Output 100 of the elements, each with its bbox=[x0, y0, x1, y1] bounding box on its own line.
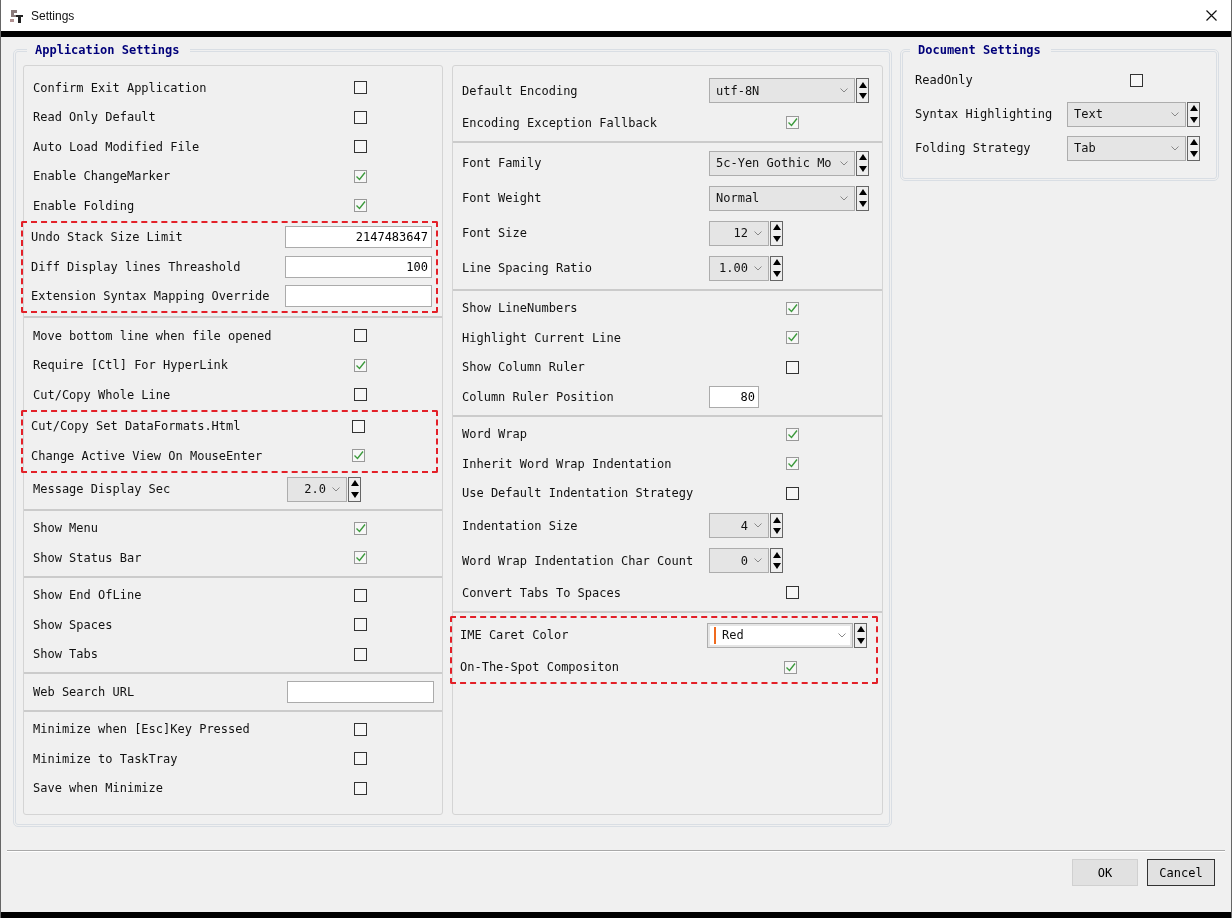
setting-label: ReadOnly bbox=[915, 73, 974, 87]
spinner[interactable] bbox=[348, 476, 361, 502]
text-field[interactable] bbox=[285, 285, 432, 308]
setting-label: Cut/Copy Set DataFormats.Html bbox=[31, 419, 242, 434]
checkbox[interactable] bbox=[786, 360, 799, 374]
setting-label: Undo Stack Size Limit bbox=[31, 230, 184, 245]
up-arrow-icon[interactable] bbox=[1188, 138, 1199, 147]
dropdown[interactable]: 4 bbox=[709, 513, 769, 538]
dropdown[interactable]: Tab bbox=[1067, 135, 1186, 161]
checkbox[interactable] bbox=[354, 110, 367, 124]
checkbox[interactable] bbox=[354, 169, 367, 183]
checkbox[interactable] bbox=[354, 647, 367, 661]
checkbox[interactable] bbox=[354, 618, 367, 632]
checkbox[interactable] bbox=[354, 329, 367, 343]
dialog-button[interactable]: OK bbox=[1072, 859, 1138, 886]
setting-label: Convert Tabs To Spaces bbox=[462, 585, 622, 600]
checkbox[interactable] bbox=[354, 521, 367, 535]
down-arrow-icon[interactable] bbox=[771, 269, 782, 278]
setting-label: Enable Folding bbox=[33, 198, 136, 213]
setting-label: Confirm Exit Application bbox=[33, 80, 208, 95]
checkbox[interactable] bbox=[354, 551, 367, 565]
up-arrow-icon[interactable] bbox=[857, 153, 868, 162]
chevron-down-icon bbox=[1171, 145, 1179, 151]
checkbox[interactable] bbox=[354, 140, 367, 154]
checkbox[interactable] bbox=[354, 781, 367, 795]
spinner[interactable] bbox=[856, 185, 869, 211]
down-arrow-icon[interactable] bbox=[857, 164, 868, 173]
up-arrow-icon[interactable] bbox=[771, 223, 782, 232]
spinner[interactable] bbox=[856, 150, 869, 176]
spinner[interactable] bbox=[854, 622, 867, 648]
checkbox[interactable] bbox=[786, 586, 799, 600]
text-field[interactable]: 80 bbox=[709, 385, 759, 408]
checkbox[interactable] bbox=[786, 116, 799, 130]
down-arrow-icon[interactable] bbox=[855, 636, 866, 645]
setting-label: Use Default Indentation Strategy bbox=[462, 486, 695, 501]
dropdown[interactable]: Text bbox=[1067, 101, 1186, 127]
dropdown[interactable]: Red bbox=[707, 622, 853, 648]
down-arrow-icon[interactable] bbox=[857, 199, 868, 208]
up-arrow-icon[interactable] bbox=[771, 515, 782, 524]
setting-label: Enable ChangeMarker bbox=[33, 169, 172, 184]
setting-label: Highlight Current Line bbox=[462, 330, 622, 345]
spinner[interactable] bbox=[770, 548, 783, 573]
checkbox[interactable] bbox=[352, 449, 365, 463]
spinner[interactable] bbox=[1187, 135, 1200, 161]
window-title: Settings bbox=[31, 8, 76, 23]
setting-label: Font Weight bbox=[462, 191, 543, 205]
down-arrow-icon[interactable] bbox=[771, 562, 782, 571]
up-arrow-icon[interactable] bbox=[857, 188, 868, 197]
down-arrow-icon[interactable] bbox=[1188, 149, 1199, 158]
checkbox[interactable] bbox=[354, 358, 367, 372]
checkbox[interactable] bbox=[786, 301, 799, 315]
down-arrow-icon[interactable] bbox=[857, 92, 868, 101]
up-arrow-icon[interactable] bbox=[855, 625, 866, 634]
setting-label: Show Column Ruler bbox=[462, 360, 586, 375]
spinner[interactable] bbox=[1187, 101, 1200, 127]
dropdown[interactable]: 12 bbox=[709, 220, 769, 246]
dropdown[interactable]: 5c-Yen Gothic Mo bbox=[709, 150, 855, 176]
chevron-down-icon bbox=[1171, 111, 1179, 117]
up-arrow-icon[interactable] bbox=[349, 479, 360, 488]
checkbox[interactable] bbox=[354, 588, 367, 602]
checkbox[interactable] bbox=[354, 752, 367, 766]
checkbox[interactable] bbox=[786, 427, 799, 441]
spinner[interactable] bbox=[770, 220, 783, 246]
setting-label: Show End OfLine bbox=[33, 588, 143, 603]
checkbox[interactable] bbox=[352, 419, 365, 433]
up-arrow-icon[interactable] bbox=[771, 258, 782, 267]
checkbox[interactable] bbox=[1130, 73, 1143, 87]
down-arrow-icon[interactable] bbox=[1188, 115, 1199, 124]
text-field[interactable]: 100 bbox=[285, 255, 432, 278]
setting-label: Syntax Highlighting bbox=[915, 107, 1054, 121]
spinner[interactable] bbox=[770, 255, 783, 281]
checkbox[interactable] bbox=[354, 722, 367, 736]
dropdown[interactable]: 2.0 bbox=[287, 476, 347, 502]
setting-label: Web Search URL bbox=[33, 684, 136, 699]
dropdown[interactable]: utf-8N bbox=[709, 78, 855, 103]
checkbox[interactable] bbox=[784, 660, 797, 674]
up-arrow-icon[interactable] bbox=[1188, 104, 1199, 113]
dropdown[interactable]: 1.00 bbox=[709, 255, 769, 281]
setting-label: Diff Display lines Threashold bbox=[31, 259, 242, 274]
checkbox[interactable] bbox=[354, 81, 367, 95]
up-arrow-icon[interactable] bbox=[857, 80, 868, 89]
checkbox[interactable] bbox=[354, 199, 367, 213]
down-arrow-icon[interactable] bbox=[349, 490, 360, 499]
dropdown[interactable]: 0 bbox=[709, 548, 769, 573]
text-field[interactable] bbox=[287, 680, 434, 703]
checkbox[interactable] bbox=[786, 486, 799, 500]
checkbox[interactable] bbox=[786, 457, 799, 471]
down-arrow-icon[interactable] bbox=[771, 527, 782, 536]
checkbox[interactable] bbox=[354, 388, 367, 402]
text-field[interactable]: 2147483647 bbox=[285, 226, 432, 249]
dialog-button[interactable]: Cancel bbox=[1147, 859, 1215, 886]
dropdown[interactable]: Normal bbox=[709, 185, 855, 211]
down-arrow-icon[interactable] bbox=[771, 234, 782, 243]
group-title: Application Settings bbox=[35, 43, 180, 57]
up-arrow-icon[interactable] bbox=[771, 550, 782, 559]
setting-label: Minimize when [Esc]Key Pressed bbox=[33, 722, 251, 737]
setting-label: Show Status Bar bbox=[33, 550, 143, 565]
checkbox[interactable] bbox=[786, 331, 799, 345]
spinner[interactable] bbox=[770, 513, 783, 538]
spinner[interactable] bbox=[856, 78, 869, 103]
